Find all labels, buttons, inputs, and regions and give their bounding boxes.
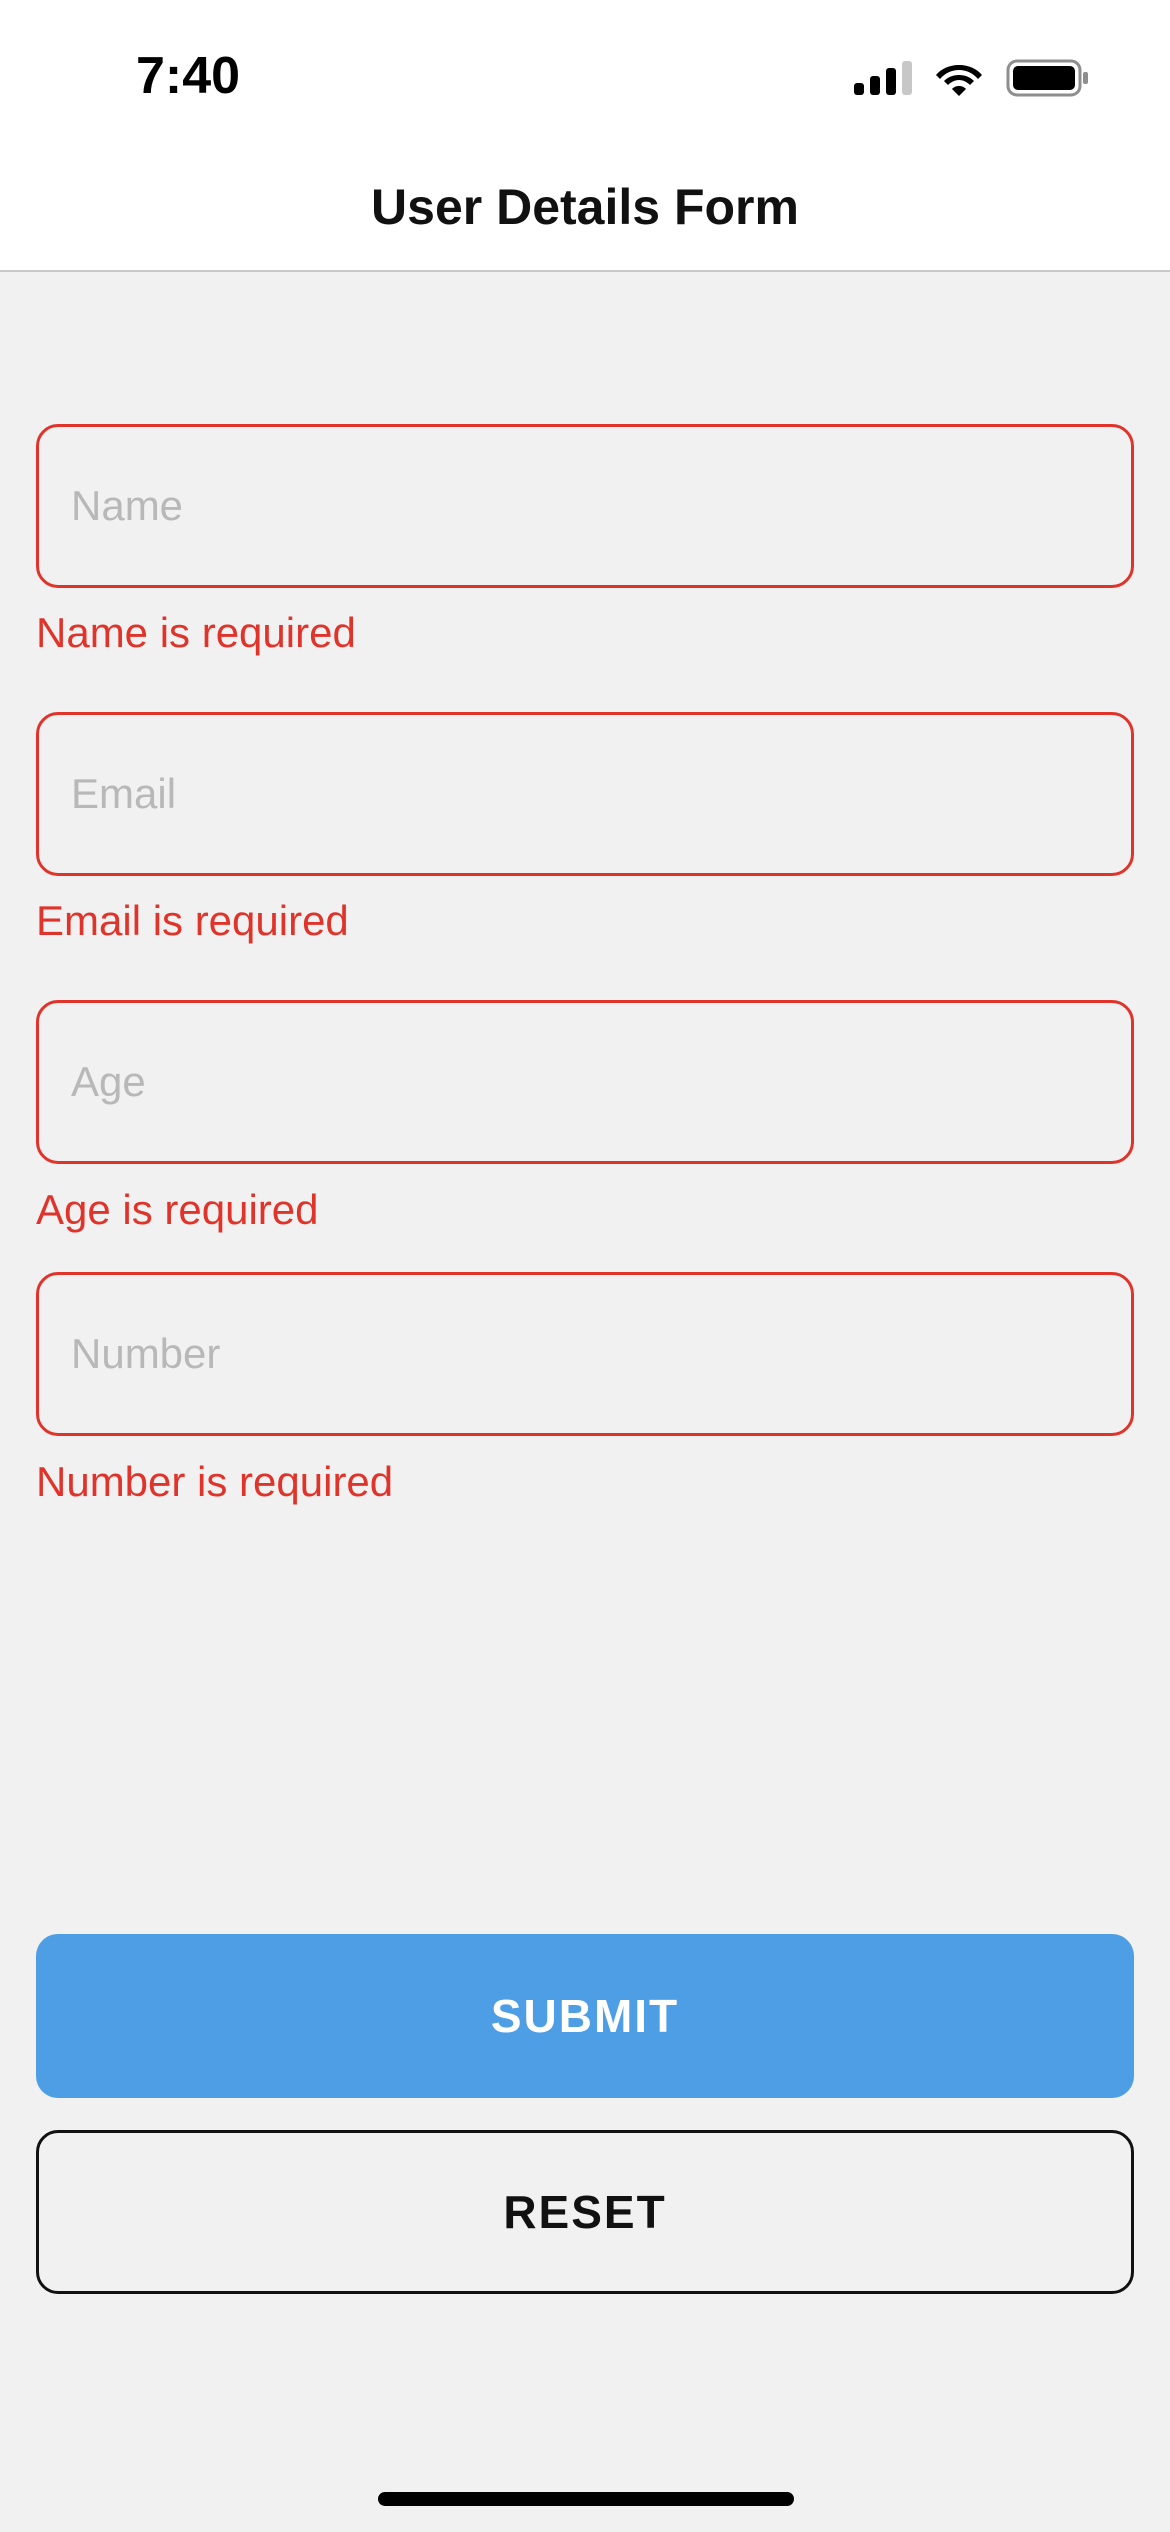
number-field[interactable]: [36, 1272, 1134, 1436]
age-input[interactable]: [39, 1003, 1131, 1161]
name-input[interactable]: [39, 427, 1131, 585]
age-field[interactable]: [36, 1000, 1134, 1164]
battery-icon: [1006, 59, 1088, 97]
age-error-text: Age is required: [36, 1186, 319, 1233]
name-field[interactable]: [36, 424, 1134, 588]
status-icons: [854, 54, 1090, 102]
reset-button[interactable]: RESET: [36, 2130, 1134, 2294]
number-input[interactable]: [39, 1275, 1131, 1433]
page-title: User Details Form: [371, 179, 799, 235]
email-field[interactable]: [36, 712, 1134, 876]
status-time: 7:40: [136, 47, 241, 105]
home-indicator[interactable]: [378, 2492, 794, 2506]
email-input[interactable]: [39, 715, 1131, 873]
status-bar: 7:40: [0, 0, 1170, 150]
number-error-text: Number is required: [36, 1458, 394, 1505]
wifi-icon: [936, 65, 982, 96]
email-error-text: Email is required: [36, 897, 349, 944]
submit-button[interactable]: SUBMIT: [36, 1934, 1134, 2098]
nav-bar: User Details Form: [0, 150, 1170, 272]
name-error-text: Name is required: [36, 609, 356, 656]
cellular-signal-icon: [854, 61, 912, 95]
